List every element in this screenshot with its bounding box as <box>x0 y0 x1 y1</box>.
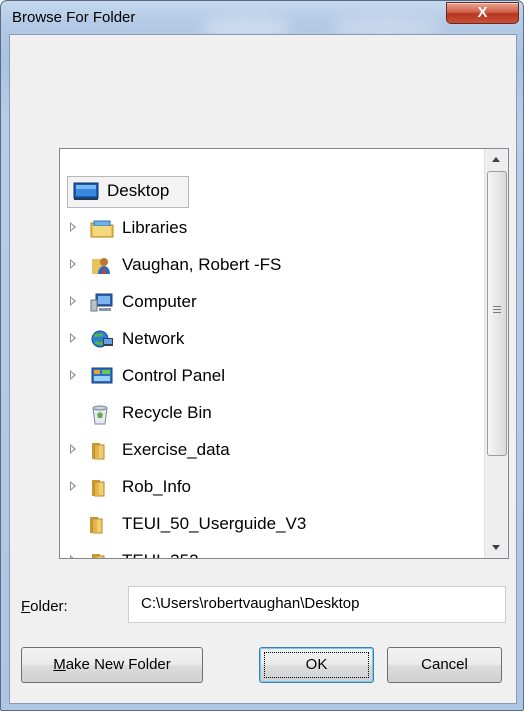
grip-line <box>493 312 501 313</box>
expand-arrow-icon[interactable] <box>70 370 76 380</box>
folder-icon <box>88 514 110 534</box>
tree-item[interactable]: Vaughan, Robert -FS <box>60 249 484 281</box>
computer-icon <box>90 292 113 312</box>
expand-arrow-icon[interactable] <box>70 333 76 343</box>
tree-item-label: Libraries <box>122 218 188 237</box>
folder-label: Folder: <box>21 598 68 615</box>
close-button[interactable]: X <box>446 2 519 24</box>
desktop-icon <box>73 181 99 201</box>
dialog-client-area: Desktop Libraries Vaughan, Robert -FS Compu… <box>9 34 517 704</box>
tree-item-label: Desktop <box>107 181 170 200</box>
tree-item-label: TEUI_352 <box>122 551 199 558</box>
tree-item-label: Computer <box>122 292 197 311</box>
scroll-down-button[interactable] <box>485 536 508 558</box>
expand-arrow-icon[interactable] <box>70 222 76 232</box>
folder-path-field[interactable]: C:\Users\robertvaughan\Desktop <box>128 586 506 623</box>
tree-item[interactable]: Libraries <box>60 212 484 244</box>
dialog-window: Browse For Folder X Desktop Libraries Vaug… <box>0 0 524 711</box>
scroll-thumb[interactable] <box>487 171 507 456</box>
folder-icon <box>90 551 112 558</box>
tree-item[interactable]: TEUI_50_Userguide_V3 <box>60 508 484 540</box>
tree-item-label: Control Panel <box>122 366 226 385</box>
cancel-button[interactable]: Cancel <box>387 647 502 683</box>
network-icon <box>90 329 113 349</box>
tree-item-label: TEUI_50_Userguide_V3 <box>122 514 307 533</box>
tree-item[interactable]: Computer <box>60 286 484 318</box>
ok-button[interactable]: OK <box>259 647 374 683</box>
user-folder-icon <box>90 255 112 275</box>
folder-icon <box>90 440 112 460</box>
folder-tree[interactable]: Desktop Libraries Vaughan, Robert -FS Compu… <box>59 148 509 559</box>
tree-item-label: Recycle Bin <box>122 403 212 422</box>
tree-item-label: Network <box>122 329 185 348</box>
chevron-down-icon <box>492 545 500 550</box>
make-new-folder-hotkey: M <box>53 656 66 673</box>
expand-arrow-icon[interactable] <box>70 259 76 269</box>
libraries-icon <box>90 218 114 238</box>
tree-item-label: Vaughan, Robert -FS <box>122 255 282 274</box>
focus-rectangle <box>264 652 369 678</box>
tree-item[interactable]: Rob_Info <box>60 471 484 503</box>
vertical-scrollbar[interactable] <box>484 149 508 558</box>
tree-item-label: Rob_Info <box>122 477 191 496</box>
expand-arrow-icon[interactable] <box>70 481 76 491</box>
tree-item[interactable]: Exercise_data <box>60 434 484 466</box>
recycle-bin-icon <box>88 403 110 425</box>
make-new-folder-label: ake New Folder <box>65 656 171 673</box>
tree-item[interactable]: TEUI_352 <box>60 545 484 558</box>
folder-path-value: C:\Users\robertvaughan\Desktop <box>141 595 360 612</box>
window-title: Browse For Folder <box>12 9 136 26</box>
tree-item[interactable]: Recycle Bin <box>60 397 484 429</box>
tree-item[interactable]: Network <box>60 323 484 355</box>
title-bar[interactable]: Browse For Folder X <box>1 1 523 39</box>
tree-item[interactable]: Desktop <box>60 175 484 208</box>
expand-arrow-icon[interactable] <box>70 555 76 558</box>
grip-line <box>493 309 501 310</box>
close-icon: X <box>477 4 488 21</box>
expand-arrow-icon[interactable] <box>70 296 76 306</box>
cancel-label: Cancel <box>421 656 468 673</box>
folder-label-text: older: <box>30 598 68 615</box>
grip-line <box>493 306 501 307</box>
tree-item-label: Exercise_data <box>122 440 230 459</box>
folder-icon <box>90 477 112 497</box>
scroll-up-button[interactable] <box>485 149 508 171</box>
folder-label-hotkey: F <box>21 598 31 615</box>
expand-arrow-icon[interactable] <box>70 444 76 454</box>
make-new-folder-button[interactable]: Make New Folder <box>21 647 203 683</box>
tree-item[interactable]: Control Panel <box>60 360 484 392</box>
control-panel-icon <box>90 366 113 386</box>
chevron-up-icon <box>492 157 500 162</box>
